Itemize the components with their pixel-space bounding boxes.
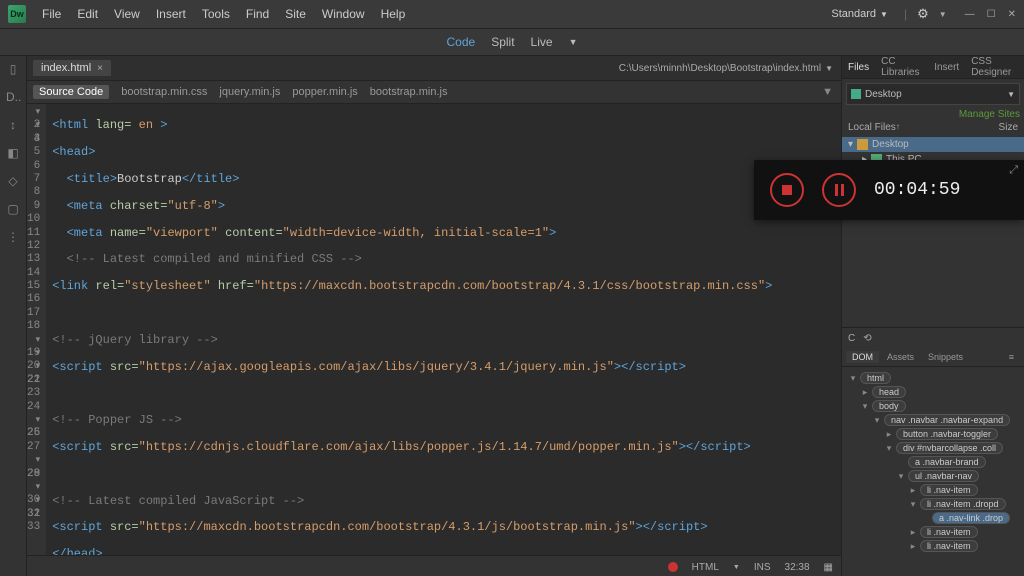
menu-tools[interactable]: Tools (194, 7, 238, 21)
menu-window[interactable]: Window (314, 7, 373, 21)
tool-icon[interactable]: ↕ (6, 118, 20, 132)
related-file[interactable]: popper.min.js (292, 86, 357, 98)
refresh-icon[interactable]: C (848, 333, 855, 344)
files-header: Local Files ↑Size (842, 120, 1024, 135)
stop-record-button[interactable] (770, 173, 804, 207)
close-button[interactable]: ✕ (1008, 9, 1016, 20)
status-position: 32:38 (785, 562, 810, 573)
dom-tree-node[interactable]: ▸li .nav-item (844, 539, 1022, 553)
file-path: C:\Users\minnh\Desktop\Bootstrap\index.h… (619, 63, 841, 74)
dreamweaver-logo: Dw (8, 5, 26, 23)
dom-tree-node[interactable]: ▸li .nav-item (844, 483, 1022, 497)
error-indicator-icon[interactable] (668, 562, 678, 572)
dom-tree-node[interactable]: ▾ul .navbar-nav (844, 469, 1022, 483)
dom-tree-node[interactable]: a .navbar-brand (844, 455, 1022, 469)
menu-help[interactable]: Help (373, 7, 414, 21)
popout-icon[interactable]: ⤢ (1009, 164, 1018, 177)
close-icon[interactable]: × (97, 63, 103, 74)
dom-tree-node[interactable]: ▾div #nvbarcollapse .coll (844, 441, 1022, 455)
left-toolbar: ▯ D.. ↕ ◧ ◇ ▢ ⋮ (0, 56, 27, 576)
dom-tree-node[interactable]: a .nav-link .drop (844, 511, 1022, 525)
view-code[interactable]: Code (439, 33, 484, 51)
dom-toolbar: C ⟲ (842, 328, 1024, 348)
tab-snippets[interactable]: Snippets (922, 351, 969, 363)
menu-file[interactable]: File (34, 7, 69, 21)
dom-tree-node[interactable]: ▸button .navbar-toggler (844, 427, 1022, 441)
tool-icon[interactable]: ▢ (6, 202, 20, 216)
minimize-button[interactable]: — (965, 9, 975, 20)
related-file[interactable]: jquery.min.js (219, 86, 280, 98)
dom-tree-node[interactable]: ▾body (844, 399, 1022, 413)
file-mgmt-icon[interactable]: ▯ (6, 62, 20, 76)
tab-assets[interactable]: Assets (881, 351, 920, 363)
related-file[interactable]: bootstrap.min.js (370, 86, 448, 98)
link-icon[interactable]: ⟲ (863, 333, 871, 344)
tab-index-html[interactable]: index.html× (33, 60, 111, 76)
related-files-bar: Source Code bootstrap.min.css jquery.min… (27, 81, 841, 104)
tab-cc-libraries[interactable]: CC Libraries (875, 56, 928, 78)
dom-tree[interactable]: ▾html▸head▾body▾nav .navbar .navbar-expa… (842, 367, 1024, 576)
tab-css-designer[interactable]: CSS Designer (965, 56, 1024, 78)
dom-tree-node[interactable]: ▸head (844, 385, 1022, 399)
status-bar: HTML▼ INS 32:38 ▦ (27, 555, 841, 576)
view-dropdown-icon[interactable]: ▼ (561, 35, 586, 49)
panel-menu-icon[interactable]: ≡ (1003, 351, 1020, 363)
filter-icon[interactable]: ▼ (822, 86, 833, 98)
menubar: Dw File Edit View Insert Tools Find Site… (0, 0, 1024, 29)
tool-icon[interactable]: ⋮ (6, 230, 20, 244)
workspace-selector[interactable]: Standard ▼ (825, 6, 894, 22)
menu-insert[interactable]: Insert (148, 7, 194, 21)
dom-tree-node[interactable]: ▾li .nav-item .dropd (844, 497, 1022, 511)
code-editor[interactable]: ▾ 2▾ 3456789101112131415161718▾ 19▾ 20▾ … (27, 104, 841, 555)
overview-icon[interactable]: ▦ (824, 562, 833, 573)
document-tabs: index.html× C:\Users\minnh\Desktop\Boots… (27, 56, 841, 81)
menu-view[interactable]: View (106, 7, 148, 21)
dom-panel: C ⟲ DOM Assets Snippets ≡ ▾html▸head▾bod… (842, 327, 1024, 576)
tool-icon[interactable]: ◧ (6, 146, 20, 160)
menu-find[interactable]: Find (238, 7, 277, 21)
status-lang[interactable]: HTML (692, 562, 719, 573)
tab-files[interactable]: Files (842, 62, 875, 73)
dom-tree-node[interactable]: ▾html (844, 371, 1022, 385)
panel-tabs: Files CC Libraries Insert CSS Designer (842, 56, 1024, 79)
line-gutter: ▾ 2▾ 3456789101112131415161718▾ 19▾ 20▾ … (27, 104, 46, 555)
window-controls: — ☐ ✕ (965, 9, 1016, 20)
tool-icon[interactable]: ◇ (6, 174, 20, 188)
dom-tabs: DOM Assets Snippets ≡ (842, 348, 1024, 367)
pause-record-button[interactable] (822, 173, 856, 207)
view-split[interactable]: Split (483, 33, 522, 51)
editor-area: index.html× C:\Users\minnh\Desktop\Boots… (27, 56, 841, 576)
d-icon[interactable]: D.. (6, 90, 20, 104)
tab-insert[interactable]: Insert (928, 62, 965, 73)
menu-edit[interactable]: Edit (69, 7, 106, 21)
file-tree-item[interactable]: ▾Desktop (842, 137, 1024, 152)
gear-icon[interactable]: ⚙ (917, 6, 929, 22)
tab-dom[interactable]: DOM (846, 351, 879, 363)
screen-recorder-overlay: ⤢ 00:04:59 (754, 160, 1024, 220)
maximize-button[interactable]: ☐ (987, 9, 996, 20)
record-timer: 00:04:59 (874, 180, 960, 200)
related-file[interactable]: bootstrap.min.css (121, 86, 207, 98)
dropdown-icon[interactable]: ▼ (825, 64, 833, 73)
related-source-code[interactable]: Source Code (33, 85, 109, 99)
site-selector[interactable]: Desktop▼ (846, 83, 1020, 105)
code-content[interactable]: <html lang= en > <head> <title>Bootstrap… (46, 104, 841, 555)
dom-tree-node[interactable]: ▾nav .navbar .navbar-expand (844, 413, 1022, 427)
dom-tree-node[interactable]: ▸li .nav-item (844, 525, 1022, 539)
manage-sites-link[interactable]: Manage Sites (959, 109, 1024, 120)
status-mode: INS (754, 562, 771, 573)
menu-site[interactable]: Site (277, 7, 314, 21)
right-panel: Files CC Libraries Insert CSS Designer D… (841, 56, 1024, 576)
view-live[interactable]: Live (523, 33, 561, 51)
view-switcher: Code Split Live ▼ (0, 29, 1024, 56)
